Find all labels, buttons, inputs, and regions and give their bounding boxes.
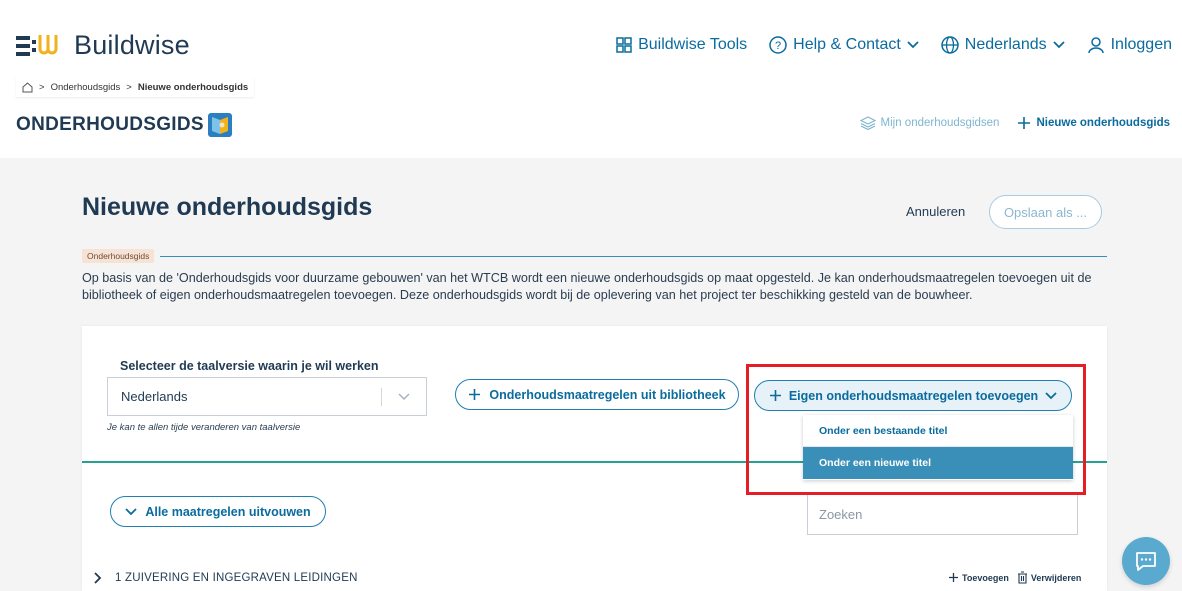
plus-icon — [1018, 117, 1031, 129]
new-guide-label: Nieuwe onderhoudsgids — [1036, 117, 1170, 129]
section-tag-row: Onderhoudsgids — [82, 249, 1107, 263]
grid-icon — [616, 37, 632, 53]
chevron-down-icon — [125, 507, 137, 515]
language-select-value: Nederlands — [121, 389, 188, 404]
nav-language-label: Nederlands — [964, 36, 1047, 53]
help-circle-icon: ? — [769, 36, 787, 54]
dropdown-item-new-title[interactable]: Onder een nieuwe titel — [803, 447, 1073, 479]
nav-language[interactable]: Nederlands — [941, 36, 1065, 54]
section-delete-button[interactable]: Verwijderen — [1017, 571, 1082, 584]
chat-button[interactable] — [1122, 537, 1170, 585]
breadcrumb: > Onderhoudsgids > Nieuwe onderhoudsgids — [16, 77, 255, 97]
breadcrumb-separator: > — [126, 81, 132, 93]
language-hint: Je kan te allen tijde veranderen van taa… — [107, 422, 301, 433]
home-icon[interactable] — [22, 81, 33, 93]
svg-text:?: ? — [775, 40, 781, 52]
nav-tools-label: Buildwise Tools — [638, 36, 748, 53]
globe-icon — [941, 36, 959, 54]
chevron-down-icon — [1045, 391, 1057, 399]
user-icon — [1087, 37, 1104, 54]
top-navigation: Buildwise Tools ? Help & Contact Nederla… — [616, 36, 1172, 54]
add-from-library-label: Onderhoudsmaatregelen uit bibliotheek — [489, 387, 726, 402]
breadcrumb-item-onderhoudsgids[interactable]: Onderhoudsgids — [51, 82, 121, 93]
top-header: Buildwise Buildwise Tools ? Help & Conta… — [0, 0, 1182, 158]
cancel-button[interactable]: Annuleren — [906, 204, 965, 219]
expand-all-label: Alle maatregelen uitvouwen — [145, 504, 311, 519]
my-guides-link[interactable]: Mijn onderhoudsgidsen — [859, 116, 1000, 130]
chevron-down-icon — [1052, 41, 1065, 49]
section-add-label: Toevoegen — [962, 572, 1009, 583]
buildwise-logo-mark-icon — [16, 34, 58, 56]
chevron-down-icon[interactable] — [382, 392, 426, 401]
guide-editor-card: Selecteer de taalversie waarin je wil we… — [82, 326, 1107, 591]
search-input[interactable] — [807, 494, 1078, 535]
expand-all-button[interactable]: Alle maatregelen uitvouwen — [110, 496, 326, 527]
trash-icon — [1017, 571, 1027, 584]
plus-icon — [769, 390, 781, 401]
my-guides-label: Mijn onderhoudsgidsen — [880, 117, 1000, 129]
section-add-button[interactable]: Toevoegen — [948, 572, 1009, 583]
brand-title: ONDERHOUDSGIDS — [16, 114, 204, 135]
section-actions: Toevoegen Verwijderen — [948, 571, 1081, 584]
nav-login-label: Inloggen — [1110, 36, 1172, 53]
logo-text: Buildwise — [74, 30, 190, 60]
guide-subnav: Mijn onderhoudsgidsen Nieuwe onderhoudsg… — [859, 116, 1170, 130]
intro-text: Op basis van de 'Onderhoudsgids voor duu… — [82, 271, 1092, 302]
chevron-right-icon[interactable] — [94, 571, 102, 589]
divider-line — [160, 255, 1107, 257]
nav-login[interactable]: Inloggen — [1087, 36, 1172, 54]
add-own-measures-dropdown: Onder een bestaande titel Onder een nieu… — [803, 415, 1073, 480]
add-own-measures-label: Eigen onderhoudsmaatregelen toevoegen — [788, 388, 1039, 403]
maintenance-section-row: 1 ZUIVERING EN INGEGRAVEN LEIDINGEN Toev… — [82, 570, 1107, 586]
add-own-measures-button[interactable]: Eigen onderhoudsmaatregelen toevoegen — [754, 380, 1072, 411]
page-title: Nieuwe onderhoudsgids — [82, 193, 373, 221]
chevron-down-icon — [907, 41, 919, 49]
new-guide-link[interactable]: Nieuwe onderhoudsgids — [1017, 116, 1170, 130]
brand-book-icon — [207, 113, 232, 137]
save-as-button[interactable]: Opslaan als ... — [989, 195, 1102, 229]
section-delete-label: Verwijderen — [1030, 572, 1082, 583]
onderhoudsgids-brand[interactable]: ONDERHOUDSGIDS — [16, 113, 232, 137]
section-title[interactable]: 1 ZUIVERING EN INGEGRAVEN LEIDINGEN — [115, 572, 358, 584]
breadcrumb-separator: > — [39, 81, 45, 93]
breadcrumb-item-current: Nieuwe onderhoudsgids — [137, 81, 249, 93]
add-from-library-button[interactable]: Onderhoudsmaatregelen uit bibliotheek — [455, 379, 739, 410]
nav-buildwise-tools[interactable]: Buildwise Tools — [616, 36, 747, 54]
dropdown-item-existing-title[interactable]: Onder een bestaande titel — [803, 415, 1073, 447]
category-tag: Onderhoudsgids — [82, 249, 155, 263]
nav-help-contact[interactable]: ? Help & Contact — [769, 36, 919, 54]
language-select[interactable]: Nederlands — [107, 377, 427, 416]
buildwise-logo[interactable]: Buildwise — [16, 30, 190, 61]
plus-icon — [949, 573, 958, 582]
nav-help-label: Help & Contact — [793, 36, 901, 53]
layers-icon — [859, 116, 876, 130]
chat-icon — [1136, 552, 1156, 571]
language-select-label: Selecteer de taalversie waarin je wil we… — [120, 359, 379, 373]
plus-icon — [469, 389, 481, 400]
